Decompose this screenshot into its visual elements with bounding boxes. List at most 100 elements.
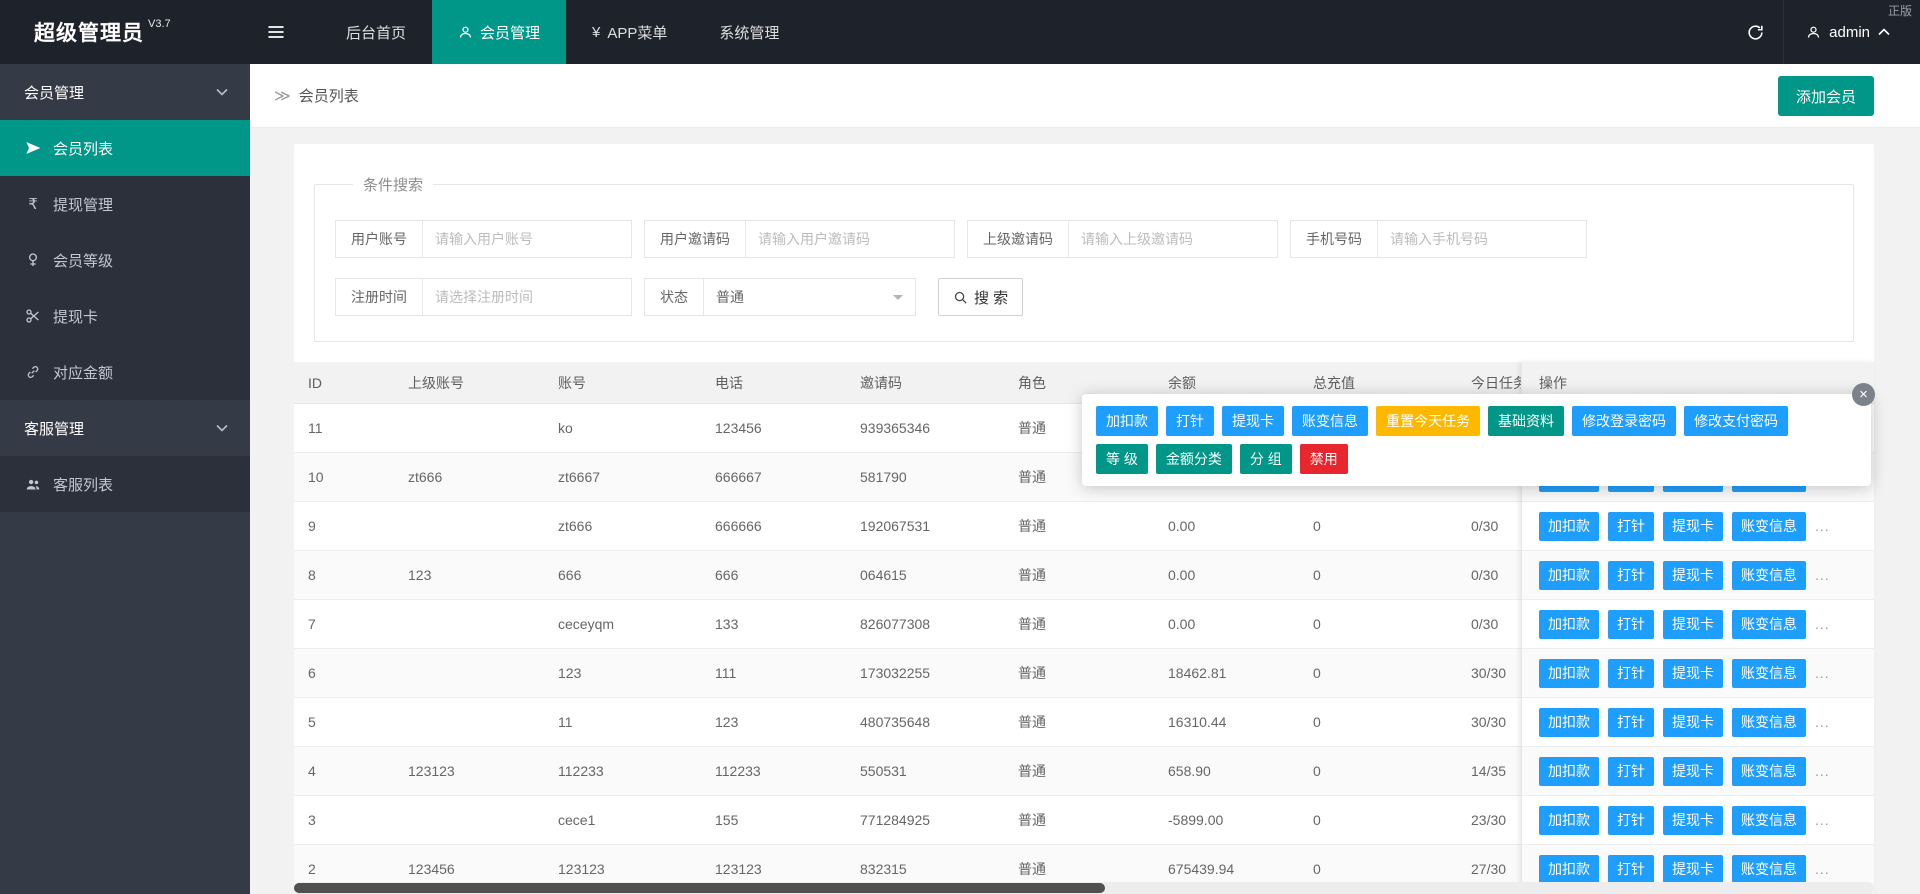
cell-account: cece1 [544, 796, 701, 845]
cell-parent [394, 600, 544, 649]
sidebar-item-service-list[interactable]: 客服列表 [0, 456, 250, 512]
add-deduct-button[interactable]: 加扣款 [1539, 512, 1599, 541]
close-icon[interactable]: × [1852, 383, 1875, 406]
popup-basic-info-button[interactable]: 基础资料 [1488, 406, 1564, 436]
table-row: 8123666666064615普通0.0000/30 [294, 551, 1521, 600]
sidebar-item-amount-mapping[interactable]: 对应金额 [0, 344, 250, 400]
inject-button[interactable]: 打针 [1608, 610, 1654, 639]
withdraw-card-button[interactable]: 提现卡 [1663, 855, 1723, 884]
cell-phone: 111 [701, 649, 846, 698]
cell-phone: 123456 [701, 404, 846, 453]
user-invite-code-input[interactable] [745, 220, 955, 258]
field-parent-invite-code: 上级邀请码 [967, 220, 1278, 258]
inject-button[interactable]: 打针 [1608, 512, 1654, 541]
app-logo: 超级管理员 V3.7 [0, 0, 250, 64]
account-change-button[interactable]: 账变信息 [1732, 561, 1806, 590]
hamburger-icon[interactable] [250, 0, 302, 64]
cell-invite: 771284925 [846, 796, 1004, 845]
account-change-button[interactable]: 账变信息 [1732, 855, 1806, 884]
more-actions[interactable]: ... [1815, 518, 1830, 534]
add-deduct-button[interactable]: 加扣款 [1539, 561, 1599, 590]
account-change-button[interactable]: 账变信息 [1732, 708, 1806, 737]
popup-reset-today-task-button[interactable]: 重置今天任务 [1376, 406, 1480, 436]
withdraw-card-button[interactable]: 提现卡 [1663, 757, 1723, 786]
status-select[interactable]: 普通 [703, 278, 916, 316]
col-parent-account: 上级账号 [394, 362, 544, 404]
sidebar-item-member-list[interactable]: 会员列表 [0, 120, 250, 176]
main-content: ≫ 会员列表 添加会员 条件搜索 用户账号 用户邀请码 上级邀请码 [250, 64, 1920, 894]
sidebar-group-service-management[interactable]: 客服管理 [0, 400, 250, 456]
register-time-input[interactable] [422, 278, 632, 316]
popup-inject-button[interactable]: 打针 [1166, 406, 1214, 436]
withdraw-card-button[interactable]: 提现卡 [1663, 561, 1723, 590]
refresh-icon[interactable] [1727, 0, 1783, 64]
horizontal-scrollbar[interactable] [294, 882, 1874, 894]
sidebar-item-withdraw-card[interactable]: 提现卡 [0, 288, 250, 344]
account-change-button[interactable]: 账变信息 [1732, 757, 1806, 786]
add-deduct-button[interactable]: 加扣款 [1539, 806, 1599, 835]
popup-change-pay-password-button[interactable]: 修改支付密码 [1684, 406, 1788, 436]
tab-app-menu[interactable]: ¥ APP菜单 [566, 0, 693, 64]
more-actions[interactable]: ... [1815, 714, 1830, 730]
inject-button[interactable]: 打针 [1608, 708, 1654, 737]
page-title: 会员列表 [299, 85, 359, 106]
search-button[interactable]: 搜 索 [938, 278, 1023, 316]
withdraw-card-button[interactable]: 提现卡 [1663, 708, 1723, 737]
parent-invite-code-input[interactable] [1068, 220, 1278, 258]
inject-button[interactable]: 打针 [1608, 855, 1654, 884]
top-header: 超级管理员 V3.7 后台首页 会员管理 ¥ APP菜单 系统管理 [0, 0, 1920, 64]
more-actions[interactable]: ... [1815, 616, 1830, 632]
sidebar-group-member-management[interactable]: 会员管理 [0, 64, 250, 120]
inject-button[interactable]: 打针 [1608, 659, 1654, 688]
cell-recharge: 0 [1299, 649, 1457, 698]
tab-home[interactable]: 后台首页 [320, 0, 432, 64]
popup-add-deduct-button[interactable]: 加扣款 [1096, 406, 1158, 436]
popup-disable-button[interactable]: 禁用 [1300, 444, 1348, 474]
withdraw-card-button[interactable]: 提现卡 [1663, 512, 1723, 541]
popup-change-login-password-button[interactable]: 修改登录密码 [1572, 406, 1676, 436]
account-change-button[interactable]: 账变信息 [1732, 806, 1806, 835]
add-deduct-button[interactable]: 加扣款 [1539, 659, 1599, 688]
user-account-input[interactable] [422, 220, 632, 258]
withdraw-card-button[interactable]: 提现卡 [1663, 806, 1723, 835]
tab-member-management[interactable]: 会员管理 [432, 0, 566, 64]
inject-button[interactable]: 打针 [1608, 757, 1654, 786]
tab-system-management[interactable]: 系统管理 [693, 0, 805, 64]
popup-level-button[interactable]: 等 级 [1096, 444, 1148, 474]
more-actions[interactable]: ... [1815, 763, 1830, 779]
cell-role: 普通 [1004, 649, 1154, 698]
withdraw-card-button[interactable]: 提现卡 [1663, 659, 1723, 688]
account-change-button[interactable]: 账变信息 [1732, 512, 1806, 541]
add-deduct-button[interactable]: 加扣款 [1539, 610, 1599, 639]
cell-id: 6 [294, 649, 394, 698]
popup-button-row: 加扣款打针提现卡账变信息重置今天任务基础资料修改登录密码修改支付密码 [1096, 406, 1857, 436]
account-change-button[interactable]: 账变信息 [1732, 659, 1806, 688]
cell-phone: 123 [701, 698, 846, 747]
more-actions[interactable]: ... [1815, 665, 1830, 681]
add-deduct-button[interactable]: 加扣款 [1539, 757, 1599, 786]
inject-button[interactable]: 打针 [1608, 561, 1654, 590]
field-label: 用户邀请码 [644, 220, 746, 258]
add-deduct-button[interactable]: 加扣款 [1539, 855, 1599, 884]
person-icon [458, 25, 473, 40]
phone-input[interactable] [1377, 220, 1587, 258]
sidebar-item-withdraw-management[interactable]: ₹ 提现管理 [0, 176, 250, 232]
withdraw-card-button[interactable]: 提现卡 [1663, 610, 1723, 639]
more-actions[interactable]: ... [1815, 812, 1830, 828]
cell-parent [394, 502, 544, 551]
cell-account: 666 [544, 551, 701, 600]
add-deduct-button[interactable]: 加扣款 [1539, 708, 1599, 737]
scrollbar-thumb[interactable] [294, 883, 1105, 893]
popup-account-change-button[interactable]: 账变信息 [1292, 406, 1368, 436]
popup-amount-category-button[interactable]: 金额分类 [1156, 444, 1232, 474]
popup-group-button[interactable]: 分 组 [1240, 444, 1292, 474]
inject-button[interactable]: 打针 [1608, 806, 1654, 835]
more-actions[interactable]: ... [1815, 861, 1830, 877]
sidebar-item-member-level[interactable]: 会员等级 [0, 232, 250, 288]
add-member-button[interactable]: 添加会员 [1778, 76, 1874, 116]
account-change-button[interactable]: 账变信息 [1732, 610, 1806, 639]
popup-withdraw-card-button[interactable]: 提现卡 [1222, 406, 1284, 436]
more-actions[interactable]: ... [1815, 567, 1830, 583]
table-row: 511123480735648普通16310.44030/30 [294, 698, 1521, 747]
cell-role: 普通 [1004, 796, 1154, 845]
